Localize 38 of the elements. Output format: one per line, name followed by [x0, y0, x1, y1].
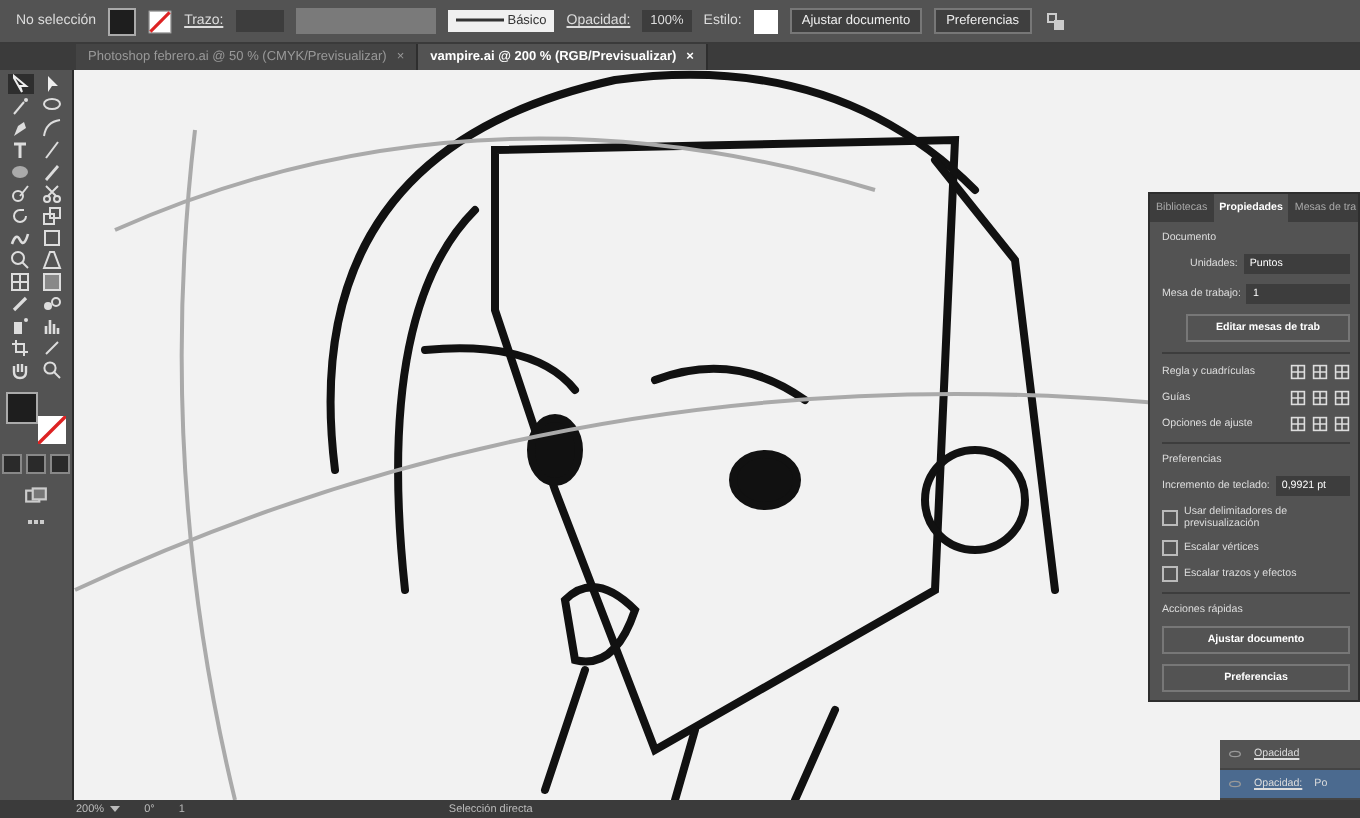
scale-icon[interactable] — [42, 206, 62, 226]
selection-arrow-icon[interactable] — [10, 74, 30, 94]
no-stroke-color-swatch[interactable] — [38, 416, 66, 444]
arrange-icon[interactable] — [1043, 11, 1068, 31]
blend-icon[interactable] — [42, 294, 62, 314]
eye-icon[interactable] — [1228, 750, 1242, 758]
wand-icon[interactable] — [10, 96, 30, 116]
fill-swatch[interactable] — [108, 7, 137, 35]
rotate-icon[interactable] — [10, 206, 30, 226]
curve-icon[interactable] — [42, 118, 62, 138]
warp-icon[interactable] — [10, 228, 30, 248]
caret-icon[interactable] — [110, 806, 121, 812]
line-icon[interactable] — [42, 140, 62, 160]
checkbox[interactable] — [1162, 510, 1178, 526]
lasso-icon[interactable] — [42, 96, 62, 116]
checkbox[interactable] — [1162, 540, 1178, 556]
no-stroke-swatch[interactable] — [148, 9, 173, 33]
bar-graph-icon[interactable] — [42, 316, 62, 336]
style-swatch[interactable] — [753, 9, 778, 33]
type-icon[interactable] — [10, 140, 30, 160]
hand-icon[interactable] — [10, 360, 30, 380]
checkbox[interactable] — [1162, 566, 1178, 582]
variable-width-field[interactable] — [295, 8, 436, 34]
grid-icon[interactable] — [1290, 364, 1306, 380]
screen-mode-icon[interactable] — [24, 486, 48, 504]
mesh-icon[interactable] — [10, 272, 30, 292]
grid-icon[interactable] — [1312, 364, 1328, 380]
scissors-icon[interactable] — [42, 184, 62, 204]
perspective-grid-icon[interactable] — [42, 250, 62, 270]
more-tools-icon[interactable] — [28, 520, 44, 528]
stroke-line-icon — [455, 16, 504, 24]
blob-brush-icon[interactable] — [10, 184, 30, 204]
ellipse-icon[interactable] — [10, 162, 30, 182]
pen-icon[interactable] — [10, 118, 30, 138]
direct-selection-icon[interactable] — [42, 74, 62, 94]
fill-color-swatch[interactable] — [6, 392, 38, 424]
grid-icon[interactable] — [1334, 364, 1350, 380]
zoom-icon[interactable] — [42, 360, 62, 380]
